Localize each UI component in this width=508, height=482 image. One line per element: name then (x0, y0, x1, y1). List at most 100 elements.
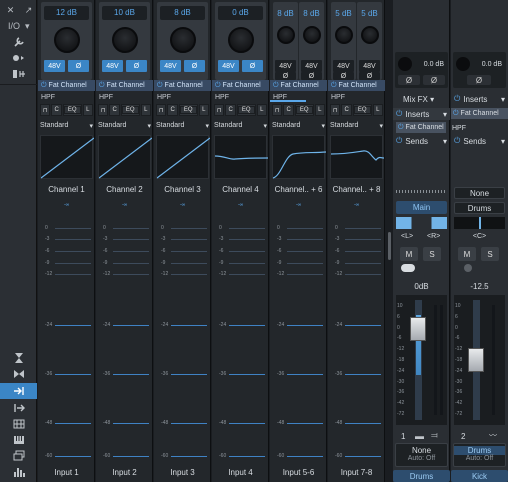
kick-none-button[interactable]: None (454, 187, 505, 199)
fat-channel-insert[interactable]: ⏻ Fat Channel (154, 80, 211, 91)
fat-channel-insert[interactable]: ⏻ Fat Channel (270, 80, 327, 91)
kick-bus-footer[interactable]: Kick (451, 470, 508, 482)
routing-icon[interactable] (0, 50, 37, 66)
eq-button[interactable]: EQ (236, 104, 256, 116)
folder-icon[interactable]: ▬ (415, 431, 424, 441)
kick-pan-display[interactable] (454, 217, 505, 229)
waveform-icon[interactable]: 〰 (489, 430, 497, 441)
eq-curve-display[interactable] (272, 135, 327, 179)
phase-button[interactable]: Ø (242, 60, 263, 72)
layout-icon[interactable] (0, 66, 37, 82)
grid-view-icon[interactable] (0, 416, 37, 432)
channel-name[interactable]: Channel 4 (212, 185, 269, 194)
eq-button[interactable]: EQ (294, 104, 314, 116)
meters-view-icon[interactable] (0, 464, 37, 480)
eq-curve-display[interactable] (98, 135, 153, 179)
limiter-button[interactable]: L (198, 104, 210, 116)
wrench-icon[interactable] (0, 34, 37, 50)
main-label-button[interactable]: Main (396, 201, 447, 214)
kick-route-box[interactable]: Drums Auto: Off (453, 443, 506, 467)
gate-button[interactable]: ⊓ (272, 104, 283, 116)
eq-button[interactable]: EQ (178, 104, 198, 116)
power-icon[interactable]: ⏻ (454, 94, 460, 104)
eq-curve-display[interactable] (40, 135, 95, 179)
limiter-button[interactable]: L (82, 104, 94, 116)
eq-curve-display[interactable] (214, 135, 269, 179)
channel-name[interactable]: Channel 3 (154, 185, 211, 194)
phase-button[interactable]: Ø (68, 60, 89, 72)
fat-channel-insert[interactable]: ⏻ Fat Channel (96, 80, 153, 91)
phase-button[interactable]: Ø (275, 72, 296, 80)
kick-solo-button[interactable]: S (481, 247, 499, 261)
gain-knob[interactable] (169, 27, 196, 53)
gate-button[interactable]: ⊓ (214, 104, 225, 116)
scrollbar-thumb[interactable] (388, 232, 391, 260)
power-icon[interactable]: ⏻ (396, 109, 402, 119)
main-pan-display[interactable] (396, 217, 447, 229)
main-sends-row[interactable]: ⏻ Sends ▾ (393, 135, 450, 147)
limiter-button[interactable]: L (314, 104, 326, 116)
eq-curve-display[interactable] (330, 135, 385, 179)
gain-knob[interactable] (276, 26, 295, 44)
kick-fat-channel-insert[interactable]: ⏻ Fat Channel (451, 108, 508, 119)
gate-button[interactable]: ⊓ (40, 104, 51, 116)
main-fat-channel-insert[interactable]: ⏻ Fat Channel (396, 122, 446, 133)
power-icon[interactable]: ⏻ (41, 82, 47, 90)
gain-knob[interactable] (53, 27, 80, 53)
eq-button[interactable]: EQ (62, 104, 82, 116)
mixfx-select[interactable]: Mix FX ▾ (403, 95, 434, 104)
eq-button[interactable]: EQ (352, 104, 372, 116)
fat-channel-insert[interactable]: ⏻ Fat Channel (328, 80, 385, 91)
phantom-power-button-2[interactable]: 48V (359, 60, 380, 72)
power-icon[interactable]: ⏻ (453, 110, 459, 118)
main-inserts-row[interactable]: ⏻ Inserts ▾ (393, 108, 450, 120)
main-solo-button[interactable]: S (423, 247, 441, 261)
compressor-button[interactable]: C (167, 104, 178, 116)
phase-button-2[interactable]: Ø (301, 72, 322, 80)
compressor-button[interactable]: C (283, 104, 294, 116)
compressor-button[interactable]: C (341, 104, 352, 116)
routing-icon[interactable]: ⫤ (431, 430, 438, 441)
stack-icon[interactable] (0, 448, 37, 464)
phantom-power-button[interactable]: 48V (275, 60, 296, 72)
keyboard-icon[interactable] (0, 432, 37, 448)
power-icon[interactable]: ⏻ (99, 82, 105, 90)
phantom-power-button[interactable]: 48V (218, 60, 239, 72)
power-icon[interactable]: ⏻ (157, 82, 163, 90)
main-link-toggle[interactable] (401, 264, 415, 272)
power-icon[interactable]: ⏻ (273, 82, 279, 90)
gain-knob[interactable] (334, 26, 353, 44)
preset-select[interactable]: Standard ▾ (40, 122, 93, 132)
eq-curve-display[interactable] (156, 135, 211, 179)
gain-knob[interactable] (111, 27, 138, 53)
limiter-button[interactable]: L (372, 104, 384, 116)
eq-button[interactable]: EQ (120, 104, 140, 116)
main-mute-button[interactable]: M (400, 247, 418, 261)
preset-select[interactable]: Standard ▾ (330, 122, 383, 132)
main-route-box[interactable]: None Auto: Off (395, 443, 448, 467)
fat-channel-insert[interactable]: ⏻ Fat Channel (38, 80, 95, 91)
phase-button[interactable]: Ø (333, 72, 354, 80)
limiter-button[interactable]: L (256, 104, 268, 116)
phantom-power-button[interactable]: 48V (102, 60, 123, 72)
kick-fader-handle[interactable] (468, 348, 484, 372)
kick-record-icon[interactable] (464, 264, 472, 272)
main-gain-knob[interactable] (398, 57, 412, 71)
gain-knob-2[interactable] (360, 26, 379, 44)
kick-sends-row[interactable]: ⏻ Sends ▾ (451, 135, 508, 147)
phantom-power-button[interactable]: 48V (160, 60, 181, 72)
preset-select[interactable]: Standard ▾ (98, 122, 151, 132)
outputs-view-icon[interactable] (0, 400, 37, 416)
power-icon[interactable]: ⏻ (331, 82, 337, 90)
preset-select[interactable]: Standard ▾ (214, 122, 267, 132)
compressor-button[interactable]: C (109, 104, 120, 116)
inputs-view-icon[interactable] (0, 383, 37, 399)
kick-gain-knob[interactable] (456, 57, 470, 71)
power-icon[interactable]: ⏻ (396, 136, 402, 146)
fat-channel-insert[interactable]: ⏻ Fat Channel (212, 80, 269, 91)
kick-phase-button[interactable]: Ø (467, 75, 491, 85)
power-icon[interactable]: ⏻ (398, 124, 404, 132)
phantom-power-button[interactable]: 48V (44, 60, 65, 72)
collapse-horizontal-icon[interactable] (0, 366, 37, 382)
power-icon[interactable]: ⏻ (215, 82, 221, 90)
